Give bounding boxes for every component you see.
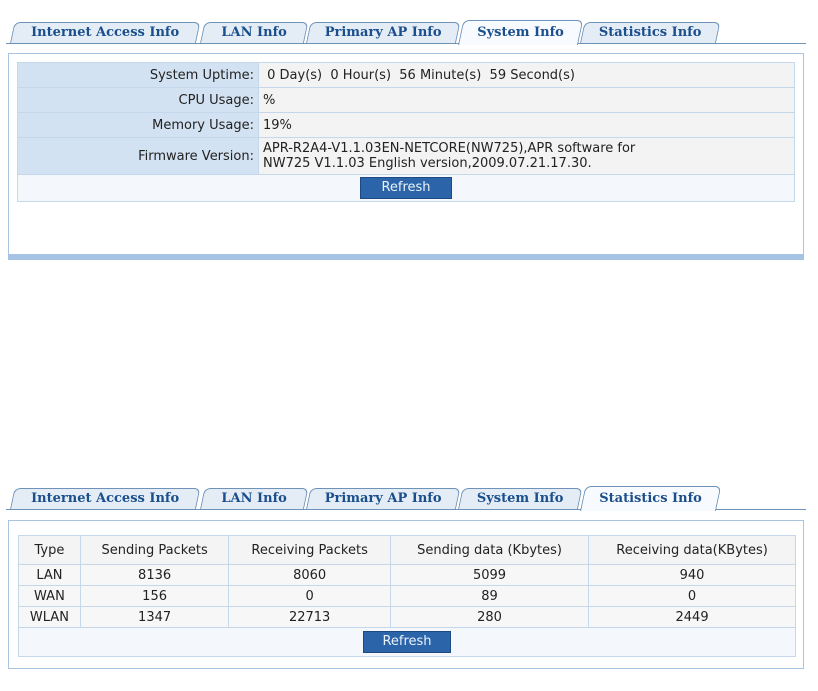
tab-baseline (6, 43, 806, 44)
column-header-sending-packets: Sending Packets (79, 535, 230, 565)
tab-label: Statistics Info (598, 25, 702, 40)
tab-label: LAN Info (221, 25, 287, 40)
cell-sending-data: 5099 (389, 564, 590, 586)
cell-receiving-packets: 0 (228, 585, 391, 607)
statistics-table: Type Sending Packets Receiving Packets S… (18, 535, 796, 657)
tab-statistics-info[interactable]: Statistics Info (580, 486, 722, 511)
tab-internet-access-info[interactable]: Internet Access Info (10, 22, 201, 43)
tab-primary-ap-info[interactable]: Primary AP Info (306, 488, 461, 509)
uptime-label: System Uptime: (17, 62, 259, 88)
firmware-version-line1: APR-R2A4-V1.1.03EN-NETCORE(NW725),APR so… (263, 141, 636, 156)
cell-type: WLAN (18, 606, 81, 628)
cell-sending-packets: 8136 (79, 564, 230, 586)
tab-label: Statistics Info (599, 491, 702, 506)
firmware-version-line2: NW725 V1.1.03 English version,2009.07.21… (263, 156, 592, 171)
tab-label: LAN Info (221, 491, 287, 506)
cell-receiving-data: 2449 (588, 606, 796, 628)
tab-lan-info[interactable]: LAN Info (200, 488, 309, 509)
tab-internet-access-info[interactable]: Internet Access Info (10, 488, 201, 509)
panel-bottom-bar (8, 254, 804, 260)
memory-usage-label: Memory Usage: (17, 112, 259, 138)
cell-sending-packets: 156 (79, 585, 230, 607)
system-info-panel: System Uptime: 0 Day(s) 0 Hour(s) 56 Min… (8, 53, 804, 260)
tab-statistics-info[interactable]: Statistics Info (580, 22, 721, 43)
tab-label: Internet Access Info (31, 491, 180, 506)
statistics-refresh-button[interactable]: Refresh (363, 631, 451, 653)
uptime-row: System Uptime: 0 Day(s) 0 Hour(s) 56 Min… (17, 62, 795, 88)
memory-usage-value: 19% (258, 112, 795, 138)
cell-receiving-data: 940 (588, 564, 796, 586)
cell-receiving-data: 0 (588, 585, 796, 607)
memory-usage-row: Memory Usage: 19% (17, 112, 795, 138)
statistics-refresh-cell: Refresh (18, 627, 796, 657)
system-info-table: System Uptime: 0 Day(s) 0 Hour(s) 56 Min… (17, 62, 795, 202)
tab-label: System Info (477, 25, 564, 40)
table-header-row: Type Sending Packets Receiving Packets S… (18, 535, 796, 565)
table-row: WAN 156 0 89 0 (18, 585, 796, 607)
cell-receiving-packets: 8060 (228, 564, 391, 586)
tab-label: Internet Access Info (31, 25, 180, 40)
system-refresh-button[interactable]: Refresh (360, 177, 452, 199)
firmware-version-value: APR-R2A4-V1.1.03EN-NETCORE(NW725),APR so… (258, 137, 795, 175)
table-row: WLAN 1347 22713 280 2449 (18, 606, 796, 628)
statistics-refresh-row: Refresh (18, 627, 796, 657)
tab-label: System Info (476, 491, 564, 506)
system-refresh-cell: Refresh (17, 174, 795, 202)
tab-system-info[interactable]: System Info (458, 20, 584, 45)
cell-type: LAN (18, 564, 81, 586)
tabbar-statistics: Internet Access Info LAN Info Primary AP… (6, 484, 806, 511)
cell-type: WAN (18, 585, 81, 607)
column-header-receiving-packets: Receiving Packets (228, 535, 391, 565)
tab-lan-info[interactable]: LAN Info (200, 22, 309, 43)
tabbar-system: Internet Access Info LAN Info Primary AP… (6, 18, 806, 45)
table-row: LAN 8136 8060 5099 940 (18, 564, 796, 586)
tab-primary-ap-info[interactable]: Primary AP Info (306, 22, 461, 43)
column-header-type: Type (18, 535, 81, 565)
firmware-version-row: Firmware Version: APR-R2A4-V1.1.03EN-NET… (17, 137, 795, 175)
cell-receiving-packets: 22713 (228, 606, 391, 628)
column-header-receiving-data: Receiving data(KBytes) (588, 535, 796, 565)
column-header-sending-data: Sending data (Kbytes) (389, 535, 590, 565)
tab-label: Primary AP Info (324, 25, 442, 40)
system-refresh-row: Refresh (17, 174, 795, 202)
uptime-value: 0 Day(s) 0 Hour(s) 56 Minute(s) 59 Secon… (258, 62, 795, 88)
cpu-usage-row: CPU Usage: % (17, 87, 795, 113)
cell-sending-packets: 1347 (79, 606, 230, 628)
cpu-usage-label: CPU Usage: (17, 87, 259, 113)
cell-sending-data: 89 (389, 585, 590, 607)
cell-sending-data: 280 (389, 606, 590, 628)
statistics-panel: Type Sending Packets Receiving Packets S… (8, 520, 804, 669)
tab-label: Primary AP Info (324, 491, 442, 506)
cpu-usage-value: % (258, 87, 795, 113)
firmware-version-label: Firmware Version: (17, 137, 259, 175)
tab-system-info[interactable]: System Info (458, 488, 583, 509)
